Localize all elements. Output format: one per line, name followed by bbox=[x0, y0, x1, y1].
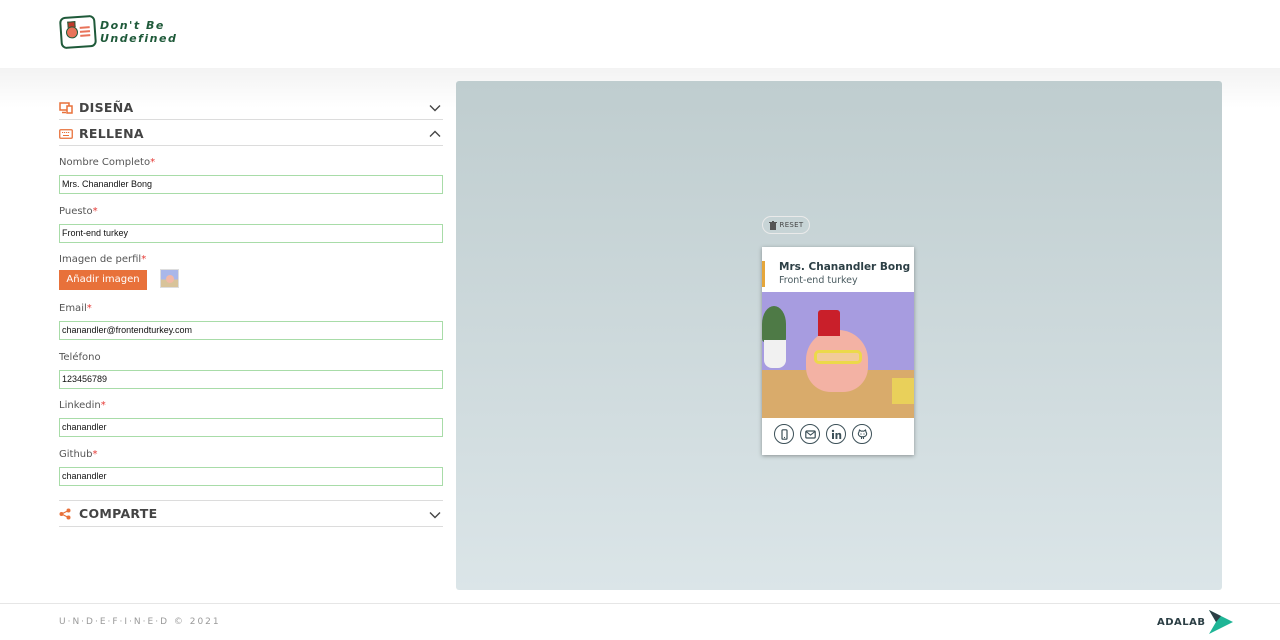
chevron-up-icon[interactable] bbox=[429, 128, 441, 140]
logo-badge-icon bbox=[58, 14, 98, 50]
phone-label: Teléfono bbox=[59, 352, 101, 363]
github-label: Github* bbox=[59, 449, 98, 460]
logo-text: Don't Be Undefined bbox=[100, 19, 177, 45]
trash-icon bbox=[768, 220, 777, 230]
image-thumbnail bbox=[160, 269, 179, 288]
email-input[interactable]: chanandler@frontendturkey.com bbox=[59, 321, 443, 340]
github-icon[interactable] bbox=[852, 424, 872, 444]
section-fill-header[interactable]: RELLENA bbox=[59, 122, 443, 146]
monitor-icon bbox=[59, 101, 73, 114]
logo-line-2: Undefined bbox=[100, 32, 178, 45]
name-field: Nombre Completo* Mrs. Chanandler Bong bbox=[59, 157, 443, 194]
job-input[interactable]: Front-end turkey bbox=[59, 224, 443, 243]
adalab-text: ADALAB bbox=[1157, 616, 1206, 628]
image-label: Imagen de perfil* bbox=[59, 254, 147, 265]
section-share-title: COMPARTE bbox=[79, 506, 158, 521]
card-preview-area: RESET Mrs. Chanandler Bong Front-end tur… bbox=[456, 81, 1222, 590]
email-label: Email* bbox=[59, 303, 92, 314]
logo[interactable]: Don't Be Undefined bbox=[58, 14, 177, 50]
email-field: Email* chanandler@frontendturkey.com bbox=[59, 303, 443, 340]
linkedin-icon[interactable] bbox=[826, 424, 846, 444]
email-icon[interactable] bbox=[800, 424, 820, 444]
name-input[interactable]: Mrs. Chanandler Bong bbox=[59, 175, 443, 194]
linkedin-field: Linkedin* chanandler bbox=[59, 400, 443, 437]
share-icon bbox=[59, 508, 73, 520]
card-social-links bbox=[774, 424, 878, 444]
section-design-header[interactable]: DISEÑA bbox=[59, 96, 443, 120]
github-input[interactable]: chanandler bbox=[59, 467, 443, 486]
fill-form: Nombre Completo* Mrs. Chanandler Bong Pu… bbox=[59, 146, 443, 500]
form-panel: DISEÑA RELLENA Nombre Completo* Mrs. Cha… bbox=[59, 96, 443, 527]
adalab-arrow-icon bbox=[1208, 610, 1233, 634]
card-profile-photo bbox=[762, 292, 914, 418]
job-field: Puesto* Front-end turkey bbox=[59, 206, 443, 243]
name-label: Nombre Completo* bbox=[59, 157, 156, 168]
github-field: Github* chanandler bbox=[59, 449, 443, 486]
card-name: Mrs. Chanandler Bong bbox=[779, 261, 911, 273]
header: Don't Be Undefined bbox=[0, 0, 1280, 68]
job-label: Puesto* bbox=[59, 206, 98, 217]
section-fill-title: RELLENA bbox=[79, 126, 144, 141]
reset-label: RESET bbox=[779, 221, 804, 229]
phone-field: Teléfono 123456789 bbox=[59, 352, 443, 389]
chevron-down-icon[interactable] bbox=[429, 102, 441, 114]
phone-icon[interactable] bbox=[774, 424, 794, 444]
phone-input[interactable]: 123456789 bbox=[59, 370, 443, 389]
logo-line-1: Don't Be bbox=[100, 19, 165, 32]
adalab-logo[interactable]: ADALAB bbox=[1157, 610, 1233, 634]
section-share-header[interactable]: COMPARTE bbox=[59, 500, 443, 527]
copyright: U·N·D·E·F·I·N·E·D © 2021 bbox=[59, 617, 221, 627]
keyboard-icon bbox=[59, 128, 73, 140]
chevron-down-icon[interactable] bbox=[429, 509, 441, 521]
linkedin-label: Linkedin* bbox=[59, 400, 106, 411]
card-header: Mrs. Chanandler Bong Front-end turkey bbox=[762, 261, 914, 287]
image-field: Imagen de perfil* Añadir imagen bbox=[59, 254, 443, 294]
card-job: Front-end turkey bbox=[779, 275, 858, 286]
profile-card: Mrs. Chanandler Bong Front-end turkey bbox=[762, 247, 914, 455]
section-design-title: DISEÑA bbox=[79, 100, 134, 115]
footer: U·N·D·E·F·I·N·E·D © 2021 ADALAB bbox=[0, 603, 1280, 640]
reset-button[interactable]: RESET bbox=[762, 216, 810, 234]
linkedin-input[interactable]: chanandler bbox=[59, 418, 443, 437]
add-image-button[interactable]: Añadir imagen bbox=[59, 270, 147, 290]
